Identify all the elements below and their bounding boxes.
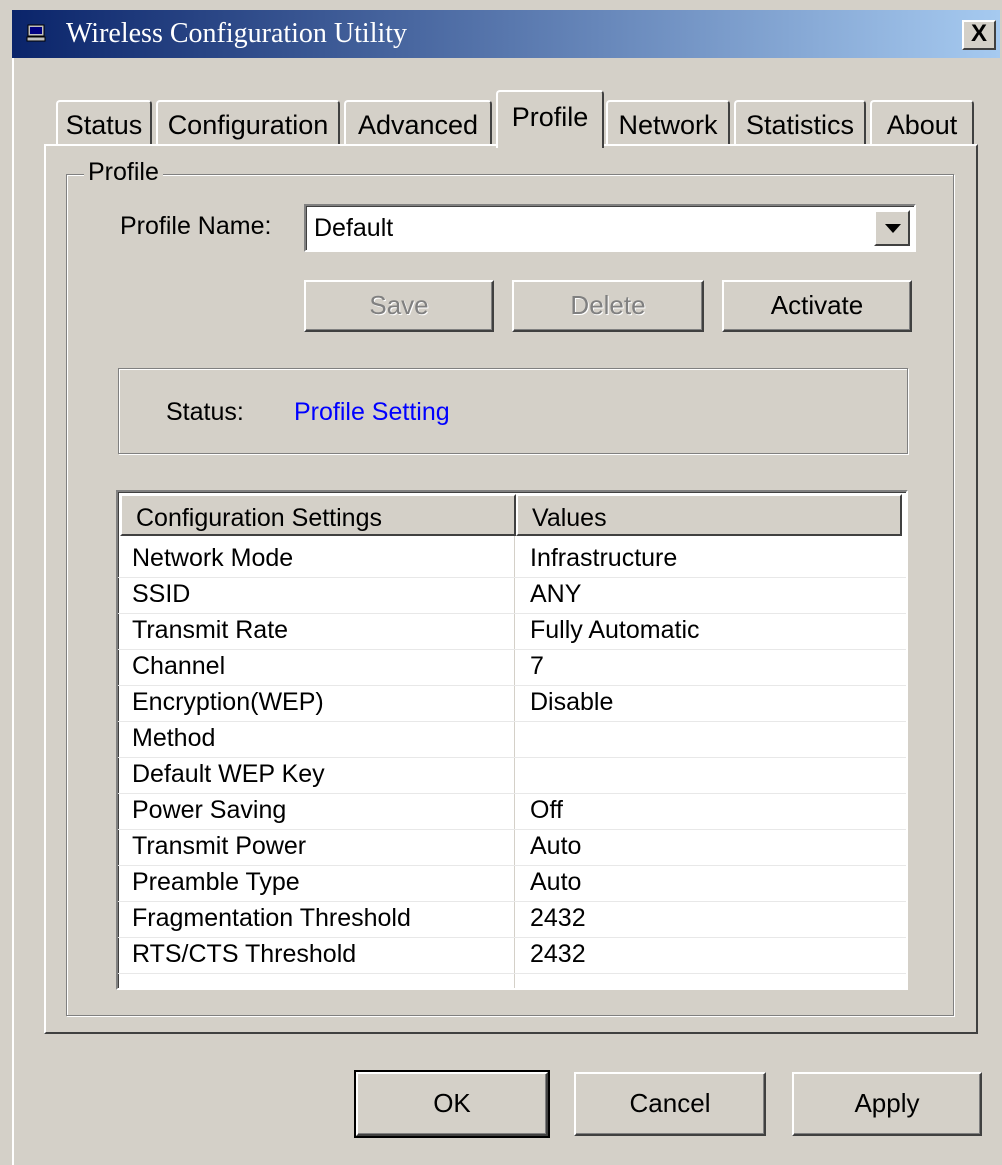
ok-button[interactable]: OK bbox=[354, 1070, 550, 1138]
tab-status[interactable]: Status bbox=[56, 100, 152, 146]
setting-name: Transmit Rate bbox=[132, 616, 289, 644]
table-row[interactable]: Default WEP Key bbox=[118, 758, 906, 794]
setting-name: Preamble Type bbox=[132, 868, 300, 896]
setting-name: Default WEP Key bbox=[132, 760, 325, 788]
tab-network[interactable]: Network bbox=[606, 100, 730, 146]
cancel-button[interactable]: Cancel bbox=[574, 1072, 766, 1136]
setting-value: 2432 bbox=[530, 904, 586, 932]
profile-name-value: Default bbox=[314, 214, 394, 242]
window-frame-edge bbox=[12, 58, 14, 1165]
column-header-label: Values bbox=[532, 504, 607, 532]
delete-button[interactable]: Delete bbox=[512, 280, 704, 332]
column-header-settings[interactable]: Configuration Settings bbox=[120, 494, 516, 536]
setting-value: 2432 bbox=[530, 940, 586, 968]
table-row[interactable]: Encryption(WEP) Disable bbox=[118, 686, 906, 722]
column-header-values[interactable]: Values bbox=[516, 494, 902, 536]
tab-label: Configuration bbox=[167, 110, 329, 140]
setting-value: Auto bbox=[530, 832, 582, 860]
table-row[interactable]: Channel 7 bbox=[118, 650, 906, 686]
profile-name-label: Profile Name: bbox=[120, 212, 272, 240]
table-row[interactable]: RTS/CTS Threshold 2432 bbox=[118, 938, 906, 974]
tab-configuration[interactable]: Configuration bbox=[156, 100, 340, 146]
setting-value: Infrastructure bbox=[530, 544, 678, 572]
setting-name: Method bbox=[132, 724, 216, 752]
table-row[interactable]: Power Saving Off bbox=[118, 794, 906, 830]
setting-value: Off bbox=[530, 796, 563, 824]
table-row[interactable]: Preamble Type Auto bbox=[118, 866, 906, 902]
setting-name: Transmit Power bbox=[132, 832, 307, 860]
setting-name: SSID bbox=[132, 580, 191, 608]
settings-listview[interactable]: Configuration Settings Values Network Mo… bbox=[116, 490, 908, 990]
tab-label: Network bbox=[618, 110, 718, 140]
profile-name-combobox[interactable]: Default bbox=[304, 204, 916, 252]
tab-about[interactable]: About bbox=[870, 100, 974, 146]
window-title: Wireless Configuration Utility bbox=[66, 18, 408, 49]
tab-profile[interactable]: Profile bbox=[496, 90, 604, 148]
setting-value: Auto bbox=[530, 868, 582, 896]
tab-label: Advanced bbox=[357, 110, 479, 140]
activate-button[interactable]: Activate bbox=[722, 280, 912, 332]
setting-value: Fully Automatic bbox=[530, 616, 700, 644]
tab-label: About bbox=[886, 110, 958, 140]
table-row[interactable]: Method bbox=[118, 722, 906, 758]
tab-label: Statistics bbox=[745, 110, 855, 140]
setting-name: Channel bbox=[132, 652, 226, 680]
save-button[interactable]: Save bbox=[304, 280, 494, 332]
setting-name: Encryption(WEP) bbox=[132, 688, 324, 716]
setting-name: Power Saving bbox=[132, 796, 287, 824]
table-row[interactable]: Transmit Power Auto bbox=[118, 830, 906, 866]
profile-group-label: Profile bbox=[84, 158, 163, 187]
setting-name: RTS/CTS Threshold bbox=[132, 940, 357, 968]
chevron-down-icon[interactable] bbox=[874, 210, 910, 246]
setting-value: Disable bbox=[530, 688, 614, 716]
setting-value: ANY bbox=[530, 580, 582, 608]
wireless-app-icon bbox=[26, 24, 46, 42]
table-row[interactable]: Transmit Rate Fully Automatic bbox=[118, 614, 906, 650]
column-header-label: Configuration Settings bbox=[136, 504, 382, 532]
apply-button[interactable]: Apply bbox=[792, 1072, 982, 1136]
tab-advanced[interactable]: Advanced bbox=[344, 100, 492, 146]
setting-name: Fragmentation Threshold bbox=[132, 904, 411, 932]
status-value: Profile Setting bbox=[294, 398, 450, 426]
table-row[interactable]: Fragmentation Threshold 2432 bbox=[118, 902, 906, 938]
table-row[interactable]: Network Mode Infrastructure bbox=[118, 542, 906, 578]
status-label: Status: bbox=[166, 398, 244, 426]
setting-name: Network Mode bbox=[132, 544, 294, 572]
close-button[interactable]: X bbox=[962, 20, 996, 50]
tab-label: Profile bbox=[511, 102, 589, 132]
tab-label: Status bbox=[65, 110, 143, 140]
table-row[interactable]: SSID ANY bbox=[118, 578, 906, 614]
setting-value: 7 bbox=[530, 652, 544, 680]
tab-statistics[interactable]: Statistics bbox=[734, 100, 866, 146]
